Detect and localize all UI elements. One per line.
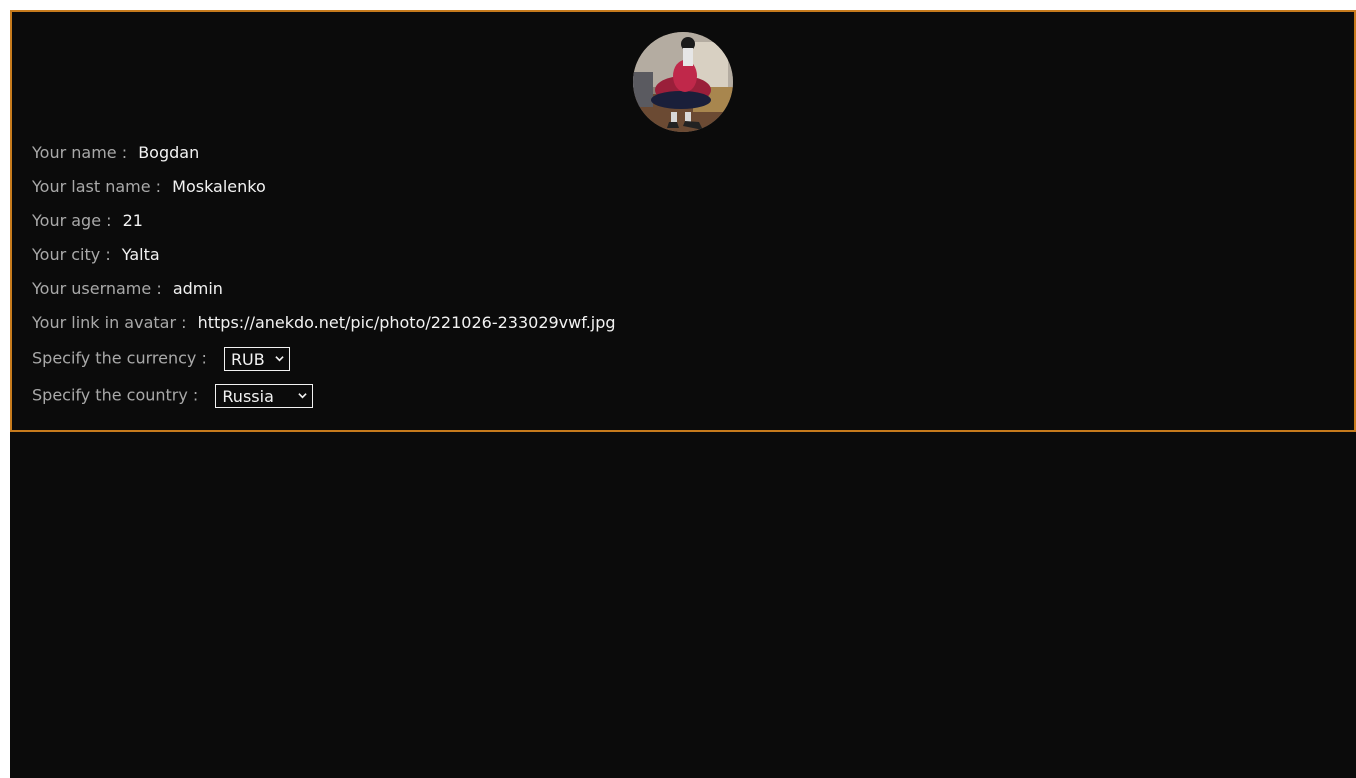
country-row: Specify the country : Russia bbox=[32, 384, 313, 408]
field-name: Your name : Bogdan bbox=[32, 143, 199, 163]
profile-card: Your name : Bogdan Your last name : Mosk… bbox=[10, 10, 1356, 432]
avatar bbox=[633, 32, 733, 132]
currency-row: Specify the currency : RUB bbox=[32, 347, 290, 371]
field-last-name-value: Moskalenko bbox=[172, 177, 266, 196]
field-username-value: admin bbox=[172, 279, 223, 298]
field-avatar-link-value: https://anekdo.net/pic/photo/221026-2330… bbox=[197, 313, 616, 332]
field-last-name-label: Your last name : bbox=[32, 177, 162, 196]
field-city-label: Your city : bbox=[32, 245, 111, 264]
currency-selected-value: RUB bbox=[230, 350, 265, 369]
field-last-name: Your last name : Moskalenko bbox=[32, 177, 266, 197]
country-selected-value: Russia bbox=[222, 387, 274, 406]
currency-label: Specify the currency : bbox=[32, 348, 207, 368]
country-label: Specify the country : bbox=[32, 385, 199, 405]
chevron-down-icon bbox=[275, 356, 284, 362]
field-name-value: Bogdan bbox=[138, 143, 200, 162]
chevron-down-icon bbox=[298, 393, 307, 399]
avatar-image bbox=[633, 32, 733, 132]
field-city-value: Yalta bbox=[121, 245, 160, 264]
field-age-label: Your age : bbox=[32, 211, 112, 230]
field-avatar-link-label: Your link in avatar : bbox=[32, 313, 187, 332]
field-name-label: Your name : bbox=[32, 143, 128, 162]
field-city: Your city : Yalta bbox=[32, 245, 160, 265]
page: Your name : Bogdan Your last name : Mosk… bbox=[10, 10, 1356, 778]
country-select[interactable]: Russia bbox=[215, 384, 313, 408]
field-avatar-link: Your link in avatar : https://anekdo.net… bbox=[32, 313, 616, 333]
field-username: Your username : admin bbox=[32, 279, 223, 299]
field-age: Your age : 21 bbox=[32, 211, 143, 231]
field-age-value: 21 bbox=[122, 211, 143, 230]
currency-select[interactable]: RUB bbox=[223, 347, 290, 371]
field-username-label: Your username : bbox=[32, 279, 162, 298]
